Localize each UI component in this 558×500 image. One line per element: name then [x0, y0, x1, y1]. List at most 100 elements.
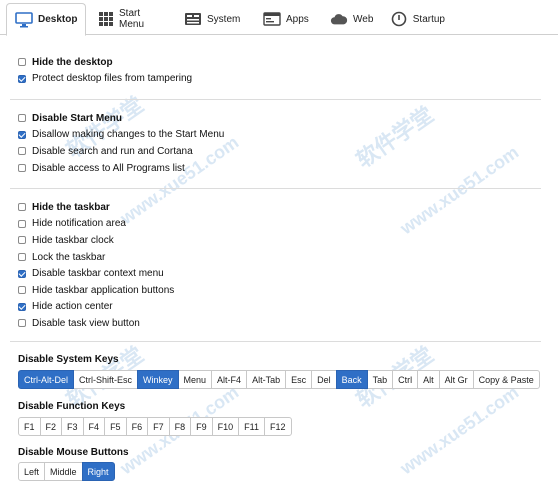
option-label: Disable access to All Programs list [32, 162, 185, 174]
system-keys-title: Disable System Keys [18, 354, 119, 365]
checkbox[interactable] [18, 130, 26, 139]
option-label: Disable task view button [32, 317, 140, 329]
system-key-alt-tab-button[interactable]: Alt-Tab [246, 370, 287, 389]
tab-start-menu[interactable]: Start Menu [90, 3, 170, 35]
power-icon [391, 10, 408, 28]
tab-label: Desktop [38, 14, 78, 25]
option-protect-desktop-files[interactable]: Protect desktop files from tampering [18, 71, 192, 88]
desktop-options: Hide the desktop Protect desktop files f… [18, 54, 192, 87]
function-key-f3-button[interactable]: F3 [61, 417, 84, 436]
option-disable-start-menu[interactable]: Disable Start Menu [18, 110, 224, 127]
option-hide-taskbar-app-buttons[interactable]: Hide taskbar application buttons [18, 282, 174, 299]
option-disallow-start-menu-changes[interactable]: Disallow making changes to the Start Men… [18, 127, 224, 144]
checkbox[interactable] [18, 269, 26, 278]
checkbox[interactable] [18, 74, 26, 83]
system-key-ctrl-alt-del-button[interactable]: Ctrl-Alt-Del [18, 370, 74, 389]
system-key-back-button[interactable]: Back [335, 370, 368, 389]
system-key-esc-button[interactable]: Esc [285, 370, 313, 389]
option-hide-notification-area[interactable]: Hide notification area [18, 216, 174, 233]
option-label: Disallow making changes to the Start Men… [32, 129, 225, 141]
tab-label: Start Menu [119, 8, 145, 30]
tab-label: Startup [412, 13, 445, 25]
system-keys-button-group: Ctrl-Alt-Del Ctrl-Shift-Esc Winkey Menu Alt-… [18, 370, 540, 389]
system-key-ctrl-button[interactable]: Ctrl [392, 370, 419, 389]
watermark-text: 软件学堂 [351, 101, 439, 173]
option-hide-taskbar[interactable]: Hide the taskbar [18, 199, 174, 216]
system-key-menu-button[interactable]: Menu [177, 370, 213, 389]
checkbox[interactable] [18, 253, 26, 262]
cloud-icon [330, 10, 348, 28]
option-label: Disable taskbar context menu [32, 268, 164, 280]
checkbox[interactable] [18, 286, 26, 295]
option-disable-task-view-button[interactable]: Disable task view button [18, 315, 174, 332]
checkbox[interactable] [18, 164, 26, 173]
function-key-f7-button[interactable]: F7 [147, 417, 170, 436]
checkbox[interactable] [18, 219, 26, 228]
mouse-buttons-title: Disable Mouse Buttons [18, 447, 129, 458]
option-lock-taskbar[interactable]: Lock the taskbar [18, 249, 174, 266]
checkbox[interactable] [18, 147, 26, 156]
tab-desktop[interactable]: Desktop [6, 3, 86, 36]
system-key-alt-button[interactable]: Alt [417, 370, 440, 389]
checkbox[interactable] [18, 114, 26, 123]
tab-startup[interactable]: Startup [383, 3, 453, 35]
option-label: Hide notification area [32, 218, 126, 230]
option-hide-desktop[interactable]: Hide the desktop [18, 54, 192, 71]
function-keys-title: Disable Function Keys [18, 401, 126, 412]
mouse-buttons-button-group: Left Middle Right [18, 462, 115, 481]
tab-system[interactable]: System [176, 3, 246, 35]
option-disable-search-cortana[interactable]: Disable search and run and Cortana [18, 143, 224, 160]
tab-apps[interactable]: Apps [255, 3, 315, 35]
system-key-tab-button[interactable]: Tab [366, 370, 394, 389]
system-key-del-button[interactable]: Del [311, 370, 337, 389]
checkbox[interactable] [18, 236, 26, 245]
tab-label: System [207, 13, 241, 25]
option-label: Hide taskbar clock [32, 234, 114, 246]
option-disable-all-programs[interactable]: Disable access to All Programs list [18, 160, 224, 177]
tab-label: Web [353, 13, 374, 25]
function-key-f6-button[interactable]: F6 [125, 417, 149, 436]
function-key-f8-button[interactable]: F8 [168, 417, 192, 436]
divider [10, 341, 541, 342]
system-key-ctrl-shift-esc-button[interactable]: Ctrl-Shift-Esc [73, 370, 139, 389]
start-menu-options: Disable Start Menu Disallow making chang… [18, 110, 224, 176]
system-key-copy-paste-button[interactable]: Copy & Paste [472, 370, 540, 389]
system-key-alt-f4-button[interactable]: Alt-F4 [211, 370, 248, 389]
function-key-f12-button[interactable]: F12 [264, 417, 292, 436]
function-key-f4-button[interactable]: F4 [82, 417, 106, 436]
tab-bar: Desktop Start Menu System Apps Web Start… [0, 0, 558, 36]
option-hide-taskbar-clock[interactable]: Hide taskbar clock [18, 232, 174, 249]
function-key-f2-button[interactable]: F2 [39, 417, 63, 436]
option-label: Hide action center [32, 301, 113, 313]
apps-icon [263, 10, 281, 28]
checkbox[interactable] [18, 203, 26, 212]
option-hide-action-center[interactable]: Hide action center [18, 299, 174, 316]
option-label: Protect desktop files from tampering [32, 73, 193, 85]
function-key-f9-button[interactable]: F9 [190, 417, 213, 436]
system-key-winkey-button[interactable]: Winkey [137, 370, 179, 389]
divider [10, 188, 541, 189]
mouse-left-button[interactable]: Left [18, 462, 46, 481]
divider [10, 99, 541, 100]
option-disable-taskbar-context-menu[interactable]: Disable taskbar context menu [18, 265, 174, 282]
tab-web[interactable]: Web [322, 3, 376, 35]
mouse-right-button[interactable]: Right [81, 462, 115, 481]
option-label: Hide the desktop [32, 56, 113, 68]
watermark-url: www.xue51.com [396, 141, 523, 239]
grid-icon [98, 10, 114, 28]
function-key-f11-button[interactable]: F11 [238, 417, 265, 436]
checkbox[interactable] [18, 319, 26, 328]
checkbox[interactable] [18, 58, 26, 67]
checkbox[interactable] [18, 302, 26, 311]
tab-label: Apps [286, 13, 309, 25]
function-key-f1-button[interactable]: F1 [18, 417, 41, 436]
system-icon [184, 10, 202, 28]
option-label: Hide taskbar application buttons [32, 284, 175, 296]
function-key-f10-button[interactable]: F10 [211, 417, 240, 436]
system-key-alt-gr-button[interactable]: Alt Gr [438, 370, 474, 389]
monitor-icon [15, 11, 33, 29]
mouse-middle-button[interactable]: Middle [44, 462, 83, 481]
taskbar-options: Hide the taskbar Hide notification area … [18, 199, 174, 332]
option-label: Disable search and run and Cortana [32, 145, 193, 157]
function-key-f5-button[interactable]: F5 [104, 417, 127, 436]
